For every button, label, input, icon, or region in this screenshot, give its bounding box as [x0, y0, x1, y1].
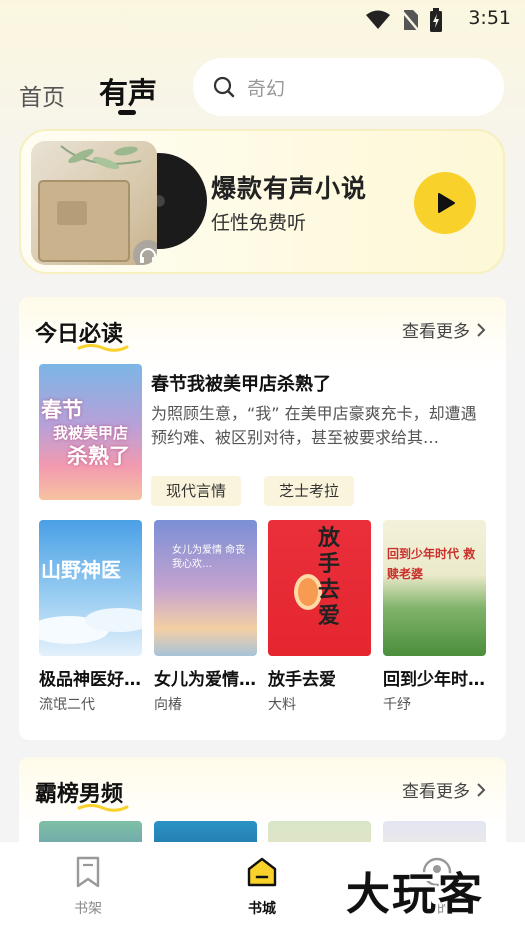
- featured-title: 春节我被美甲店杀熟了: [151, 374, 331, 395]
- see-more-link[interactable]: 查看更多: [402, 317, 486, 342]
- book-card[interactable]: 女儿为爱情 命丧我心欢… 女儿为爱情… 向椿: [154, 520, 257, 714]
- promo-subtitle: 任性免费听: [211, 212, 307, 234]
- active-tab-indicator: [118, 110, 136, 115]
- book-title: 极品神医好…: [39, 670, 141, 690]
- book-author: 千纾: [383, 697, 411, 713]
- tab-audio[interactable]: 有声: [99, 70, 157, 112]
- book-card[interactable]: 回到少年时代 救赎老婆 回到少年时… 千纾: [383, 520, 486, 714]
- book-card[interactable]: 山野神医 极品神医好… 流氓二代: [39, 520, 142, 714]
- bookmark-icon: [76, 856, 100, 888]
- book-author: 大料: [268, 697, 296, 713]
- today-section: 今日必读 查看更多 春节 我被美甲店 杀熟了 春节我被美甲店杀熟了 为照顾生意，…: [19, 297, 506, 740]
- status-time: 3:51: [468, 7, 511, 29]
- book-cover: 山野神医: [39, 520, 142, 656]
- status-icons: [365, 8, 443, 32]
- tag-author[interactable]: 芝士考拉: [264, 476, 355, 506]
- play-icon: [438, 193, 455, 213]
- see-more-label: 查看更多: [402, 322, 470, 342]
- featured-book[interactable]: 春节 我被美甲店 杀熟了 春节我被美甲店杀熟了 为照顾生意，“我” 在美甲店豪爽…: [39, 364, 489, 506]
- book-cover: 女儿为爱情 命丧我心欢…: [154, 520, 257, 656]
- book-grid: 山野神医 极品神医好… 流氓二代 女儿为爱情 命丧我心欢… 女儿为爱情… 向椿 …: [39, 520, 489, 713]
- see-more-label: 查看更多: [402, 782, 470, 802]
- featured-cover: 春节 我被美甲店 杀熟了: [39, 364, 142, 500]
- tag-genre[interactable]: 现代言情: [151, 476, 242, 506]
- title-underline: [77, 344, 129, 352]
- book-title: 女儿为爱情…: [154, 670, 256, 690]
- see-more-link[interactable]: 查看更多: [402, 777, 486, 802]
- battery-icon: [430, 8, 442, 32]
- no-sim-icon: [401, 10, 419, 31]
- promo-cover: [31, 141, 157, 265]
- chevron-right-icon: [477, 782, 486, 797]
- book-cover: 放手去爱: [268, 520, 371, 656]
- title-underline: [77, 804, 129, 812]
- book-title: 回到少年时…: [383, 670, 485, 690]
- chevron-right-icon: [477, 322, 486, 337]
- promo-banner[interactable]: 爆款有声小说 任性免费听: [19, 129, 505, 274]
- wifi-icon: [366, 10, 390, 29]
- search-placeholder: 奇幻: [247, 77, 286, 100]
- nav-label: 书架: [74, 901, 102, 917]
- search-icon: [213, 76, 235, 98]
- nav-bookshelf[interactable]: 书架: [43, 856, 133, 918]
- store-icon: [247, 857, 277, 887]
- headphones-icon: [133, 240, 157, 265]
- promo-title: 爆款有声小说: [211, 174, 368, 203]
- nav-bookstore[interactable]: 书城: [217, 856, 307, 918]
- search-input[interactable]: 奇幻: [193, 58, 504, 116]
- nav-label: 书城: [248, 901, 276, 917]
- tab-home[interactable]: 首页: [19, 78, 65, 112]
- status-bar: 3:51: [0, 0, 525, 36]
- book-title: 放手去爱: [268, 670, 336, 690]
- book-author: 向椿: [154, 697, 182, 713]
- featured-description: 为照顾生意，“我” 在美甲店豪爽充卡，却遭遇预约难、被区别对待，甚至被要求给其…: [151, 404, 477, 447]
- top-nav: 首页 有声 奇幻: [0, 58, 525, 128]
- play-button[interactable]: [414, 172, 476, 234]
- book-cover: 回到少年时代 救赎老婆: [383, 520, 486, 656]
- watermark: 大玩客: [346, 869, 484, 920]
- book-author: 流氓二代: [39, 697, 95, 713]
- book-card[interactable]: 放手去爱 放手去爱 大料: [268, 520, 371, 714]
